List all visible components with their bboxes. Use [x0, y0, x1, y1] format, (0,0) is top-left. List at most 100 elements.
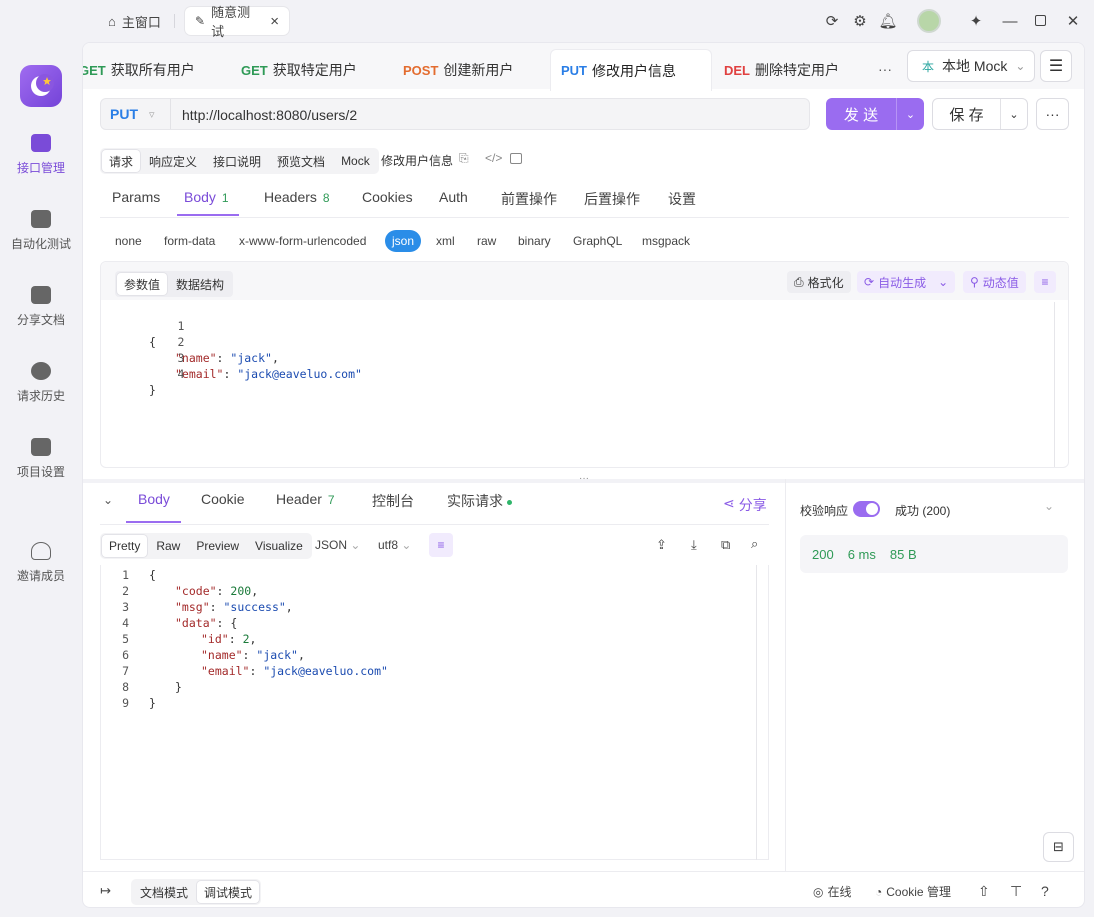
tab-actual-request[interactable]: 实际请求	[447, 491, 512, 511]
tab-pretty[interactable]: Pretty	[102, 535, 148, 557]
tab-auth[interactable]: Auth	[439, 189, 468, 205]
sidebar-item-invite[interactable]: 邀请成员	[0, 542, 82, 602]
bell-icon[interactable]: 🔔︎	[878, 11, 898, 31]
menu-icon[interactable]: ☰	[1040, 50, 1072, 82]
tab-main-window[interactable]: ⌂ 主窗口	[98, 7, 171, 35]
cookie-manager-button[interactable]: ◔ Cookie 管理	[875, 883, 951, 900]
upload-icon[interactable]: ⇪	[656, 537, 667, 553]
wrap-icon[interactable]: ≡	[429, 533, 453, 557]
request-tab-delete-user[interactable]: DEL 删除特定用户	[714, 49, 874, 91]
drag-handle-icon[interactable]: ···	[579, 473, 589, 484]
tab-param-values[interactable]: 参数值	[117, 273, 168, 295]
request-tab-update-user[interactable]: PUT 修改用户信息	[550, 49, 712, 91]
avatar[interactable]	[917, 9, 941, 33]
shirt-icon[interactable]: ⊤	[1010, 883, 1022, 900]
doc-mode-button[interactable]: 文档模式	[133, 881, 195, 903]
request-code-area[interactable]: 1 { 2 "name": "jack", 3 "email": "jack@e…	[101, 302, 1068, 467]
body-type-msgpack[interactable]: msgpack	[635, 230, 697, 252]
url-input[interactable]: http://localhost:8080/users/2	[182, 107, 357, 123]
pin-icon[interactable]: ✦	[966, 11, 986, 31]
validate-toggle[interactable]	[853, 501, 880, 517]
chevron-down-icon[interactable]: ⌄	[938, 275, 948, 289]
tab-random-test[interactable]: ✎ 随意测试 ×	[185, 5, 289, 39]
body-type-none[interactable]: none	[108, 230, 149, 252]
scrollbar-track[interactable]	[756, 565, 757, 860]
help-icon[interactable]: ?	[1041, 883, 1049, 899]
collapse-panel-icon[interactable]: ↦	[100, 883, 111, 899]
debug-mode-button[interactable]: 调试模式	[197, 881, 260, 903]
collapse-icon[interactable]: ⌄	[103, 493, 113, 507]
charset-select[interactable]: utf8 ⌄	[378, 538, 411, 552]
tab-request[interactable]: 请求	[102, 150, 141, 172]
copy-icon[interactable]: ⎘	[459, 151, 469, 166]
body-type-graphql[interactable]: GraphQL	[566, 230, 629, 252]
gear-icon[interactable]: ⚙	[850, 11, 870, 31]
tab-response-header[interactable]: Header 7	[276, 491, 335, 507]
wrap-icon[interactable]: ≡	[1034, 271, 1056, 293]
tab-pre-actions[interactable]: 前置操作	[501, 189, 557, 209]
tab-mock[interactable]: Mock	[334, 150, 377, 172]
body-type-binary[interactable]: binary	[511, 230, 558, 252]
code-icon[interactable]: </>	[485, 151, 502, 165]
response-body-viewer[interactable]: 1 {2 "code": 200, 3 "msg": "success", 4 "data"…	[100, 565, 769, 860]
sidebar-item-history[interactable]: 请求历史	[0, 362, 82, 422]
body-type-raw[interactable]: raw	[470, 230, 503, 252]
auto-generate-button[interactable]: ⟳ 自动生成 ⌄	[857, 271, 956, 293]
panel-icon[interactable]	[510, 153, 522, 164]
format-button[interactable]: ⎙ 格式化	[787, 271, 851, 293]
chevron-down-icon[interactable]: ▿	[149, 108, 155, 121]
chevron-down-icon[interactable]: ⌄	[1044, 499, 1054, 513]
send-options-icon[interactable]: ⌄	[897, 98, 924, 130]
scrollbar-track[interactable]	[1054, 302, 1055, 467]
share-button[interactable]: ⋖ 分享	[723, 495, 767, 515]
body-type-xml[interactable]: xml	[429, 230, 462, 252]
method-select[interactable]: PUT	[110, 106, 138, 122]
search-icon[interactable]: ⌕	[751, 536, 758, 552]
request-tab-create-user[interactable]: POST 创建新用户	[393, 49, 553, 91]
maximize-icon[interactable]	[1035, 15, 1046, 26]
tab-visualize[interactable]: Visualize	[248, 535, 310, 557]
tab-response-cookie[interactable]: Cookie	[201, 491, 245, 507]
dynamic-value-button[interactable]: ⚲ 动态值	[963, 271, 1026, 293]
tab-headers[interactable]: Headers 8	[264, 189, 330, 205]
request-tab-get-user[interactable]: GET 获取特定用户	[231, 49, 391, 91]
send-button[interactable]: 发 送	[826, 98, 896, 130]
environment-select[interactable]: 本 本地 Mock ⌄	[907, 50, 1035, 82]
upload-icon[interactable]: ⇧	[978, 883, 990, 900]
body-type-form-data[interactable]: form-data	[157, 230, 222, 252]
tab-preview-doc[interactable]: 预览文档	[270, 150, 332, 172]
body-type-urlencoded[interactable]: x-www-form-urlencoded	[232, 230, 373, 252]
tab-post-actions[interactable]: 后置操作	[584, 189, 640, 209]
sidebar-item-settings[interactable]: 项目设置	[0, 438, 82, 498]
save-options-icon[interactable]: ⌄	[1001, 108, 1027, 121]
layout-icon[interactable]: ⊟	[1043, 832, 1074, 862]
body-type-json[interactable]: json	[385, 230, 422, 252]
sidebar-item-share-docs[interactable]: 分享文档	[0, 286, 82, 346]
tab-settings[interactable]: 设置	[668, 189, 696, 209]
close-tab-icon[interactable]: ×	[270, 13, 279, 30]
request-tab-get-all-users[interactable]: GET 获取所有用户	[83, 49, 219, 91]
tab-console[interactable]: 控制台	[372, 491, 414, 511]
save-button[interactable]: 保 存	[933, 104, 1000, 125]
more-tabs-button[interactable]: ···	[878, 61, 892, 77]
format-select[interactable]: JSON ⌄	[315, 538, 360, 552]
tab-preview[interactable]: Preview	[189, 535, 246, 557]
more-actions-button[interactable]: ···	[1036, 98, 1069, 130]
close-icon[interactable]: ✕	[1063, 11, 1083, 31]
tab-cookies[interactable]: Cookies	[362, 189, 413, 205]
tab-params[interactable]: Params	[112, 189, 160, 205]
sidebar-item-automation[interactable]: 自动化测试	[0, 210, 82, 270]
tab-response-definition[interactable]: 响应定义	[142, 150, 204, 172]
copy-icon[interactable]: ⧉	[721, 537, 730, 553]
tab-raw[interactable]: Raw	[149, 535, 187, 557]
divider	[83, 871, 1084, 872]
online-status[interactable]: ◎ 在线	[813, 883, 852, 900]
tab-body[interactable]: Body 1	[184, 189, 229, 205]
refresh-icon[interactable]: ⟳	[822, 11, 842, 31]
sidebar-item-api[interactable]: 接口管理	[0, 134, 82, 194]
tab-data-schema[interactable]: 数据结构	[169, 273, 231, 295]
download-icon[interactable]: ⤓	[691, 537, 697, 553]
minimize-icon[interactable]: —	[1000, 11, 1020, 31]
tab-api-description[interactable]: 接口说明	[206, 150, 268, 172]
tab-response-body[interactable]: Body	[138, 491, 170, 507]
